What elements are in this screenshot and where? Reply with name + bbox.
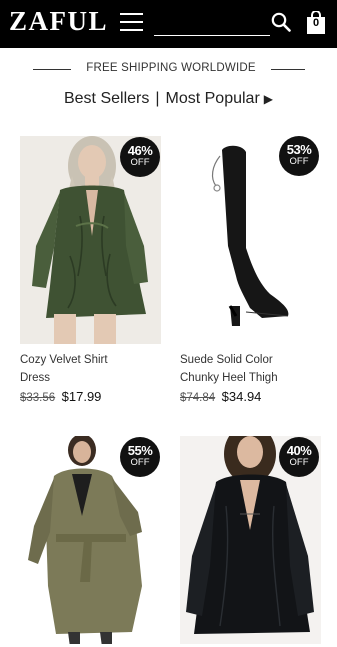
cart-icon[interactable]: 0	[304, 10, 328, 35]
shipping-text: FREE SHIPPING WORLDWIDE	[86, 62, 256, 74]
divider	[33, 69, 71, 70]
discount-badge: 46% OFF	[120, 137, 160, 177]
zaful-logo[interactable]: ZAFUL	[9, 6, 108, 37]
product-image[interactable]: 46% OFF	[20, 136, 161, 344]
sale-price: $34.94	[221, 389, 262, 404]
product-name[interactable]: Cozy Velvet Shirt Dress	[20, 351, 140, 387]
product-card[interactable]: 55% OFF	[20, 436, 161, 644]
tab-separator: |	[155, 90, 160, 107]
divider	[271, 69, 305, 70]
original-price: $33.56	[20, 392, 56, 404]
tab-most-popular[interactable]: Most Popular	[166, 90, 260, 107]
original-price: $74.84	[180, 392, 216, 404]
product-card[interactable]: 40% OFF	[180, 436, 321, 644]
shipping-banner: FREE SHIPPING WORLDWIDE	[0, 60, 337, 80]
price-row: $33.56 $17.99	[20, 388, 161, 407]
discount-badge: 53% OFF	[279, 136, 319, 176]
product-image[interactable]: 40% OFF	[180, 436, 321, 644]
product-name[interactable]: Suede Solid Color Chunky Heel Thigh	[180, 351, 300, 387]
search-icon[interactable]	[271, 12, 291, 32]
tab-best-sellers[interactable]: Best Sellers	[64, 90, 149, 107]
product-image[interactable]: 53% OFF	[180, 136, 321, 344]
search-input[interactable]	[154, 14, 270, 36]
discount-badge: 40% OFF	[279, 437, 319, 477]
product-card[interactable]: 53% OFF Suede Solid Color Chunky Heel Th…	[180, 136, 321, 407]
discount-badge: 55% OFF	[120, 437, 160, 477]
cart-count: 0	[312, 17, 320, 29]
menu-icon[interactable]	[120, 13, 143, 32]
section-title: Best Sellers | Most Popular ▶	[0, 90, 337, 108]
product-image[interactable]: 55% OFF	[20, 436, 161, 644]
product-card[interactable]: 46% OFF Cozy Velvet Shirt Dress $33.56 $…	[20, 136, 161, 407]
top-header: ZAFUL 0	[0, 0, 337, 48]
play-arrow-icon[interactable]: ▶	[264, 92, 273, 106]
sale-price: $17.99	[61, 389, 102, 404]
price-row: $74.84 $34.94	[180, 388, 321, 407]
